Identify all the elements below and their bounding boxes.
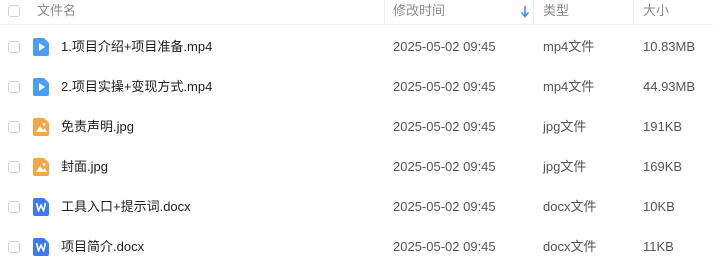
file-name[interactable]: 封面.jpg	[61, 147, 108, 187]
sort-descending-icon[interactable]	[520, 5, 530, 19]
file-type: mp4文件	[543, 39, 595, 54]
file-size: 10.83MB	[643, 39, 696, 54]
row-checkbox[interactable]	[8, 121, 20, 133]
file-modified-time: 2025-05-02 09:45	[393, 159, 496, 174]
video-file-icon	[33, 78, 49, 96]
column-header-size[interactable]: 大小	[643, 0, 669, 24]
row-checkbox[interactable]	[8, 161, 20, 173]
file-type: mp4文件	[543, 79, 595, 94]
file-row[interactable]: 免责声明.jpg 2025-05-02 09:45 jpg文件 191KB	[0, 107, 713, 147]
file-size: 11KB	[643, 239, 674, 254]
row-checkbox[interactable]	[8, 241, 20, 253]
column-divider[interactable]	[533, 0, 534, 24]
file-name[interactable]: 项目简介.docx	[61, 227, 144, 267]
file-list-table: 文件名 修改时间 类型 大小 1.项目介绍+项目准备.mp4 2025-05-0…	[0, 0, 713, 267]
file-modified-time: 2025-05-02 09:45	[393, 199, 496, 214]
file-type: jpg文件	[543, 119, 587, 134]
column-header-type[interactable]: 类型	[543, 0, 569, 24]
file-modified-time: 2025-05-02 09:45	[393, 239, 496, 254]
file-name[interactable]: 工具入口+提示词.docx	[61, 187, 191, 227]
file-type: jpg文件	[543, 159, 587, 174]
image-file-icon	[33, 118, 49, 136]
file-row[interactable]: 封面.jpg 2025-05-02 09:45 jpg文件 169KB	[0, 147, 713, 187]
column-divider[interactable]	[384, 0, 385, 24]
file-modified-time: 2025-05-02 09:45	[393, 39, 496, 54]
file-type: docx文件	[543, 239, 597, 254]
file-name[interactable]: 2.项目实操+变现方式.mp4	[61, 67, 212, 107]
file-size: 191KB	[643, 119, 683, 134]
file-name[interactable]: 1.项目介绍+项目准备.mp4	[61, 27, 212, 67]
file-modified-time: 2025-05-02 09:45	[393, 119, 496, 134]
file-row[interactable]: 工具入口+提示词.docx 2025-05-02 09:45 docx文件 10…	[0, 187, 713, 227]
file-size: 169KB	[643, 159, 683, 174]
file-name[interactable]: 免责声明.jpg	[61, 107, 134, 147]
table-header: 文件名 修改时间 类型 大小	[0, 0, 713, 25]
video-file-icon	[33, 38, 49, 56]
file-row[interactable]: 项目简介.docx 2025-05-02 09:45 docx文件 11KB	[0, 227, 713, 267]
file-type: docx文件	[543, 199, 597, 214]
row-checkbox[interactable]	[8, 41, 20, 53]
column-header-name[interactable]: 文件名	[37, 0, 76, 24]
select-all-checkbox[interactable]	[8, 5, 20, 17]
file-row[interactable]: 2.项目实操+变现方式.mp4 2025-05-02 09:45 mp4文件 4…	[0, 67, 713, 107]
column-divider[interactable]	[633, 0, 634, 24]
word-file-icon	[33, 238, 49, 256]
row-checkbox[interactable]	[8, 201, 20, 213]
file-row[interactable]: 1.项目介绍+项目准备.mp4 2025-05-02 09:45 mp4文件 1…	[0, 27, 713, 67]
row-checkbox[interactable]	[8, 81, 20, 93]
image-file-icon	[33, 158, 49, 176]
file-size: 44.93MB	[643, 79, 696, 94]
file-modified-time: 2025-05-02 09:45	[393, 79, 496, 94]
column-header-modified[interactable]: 修改时间	[393, 0, 445, 24]
file-size: 10KB	[643, 199, 675, 214]
word-file-icon	[33, 198, 49, 216]
